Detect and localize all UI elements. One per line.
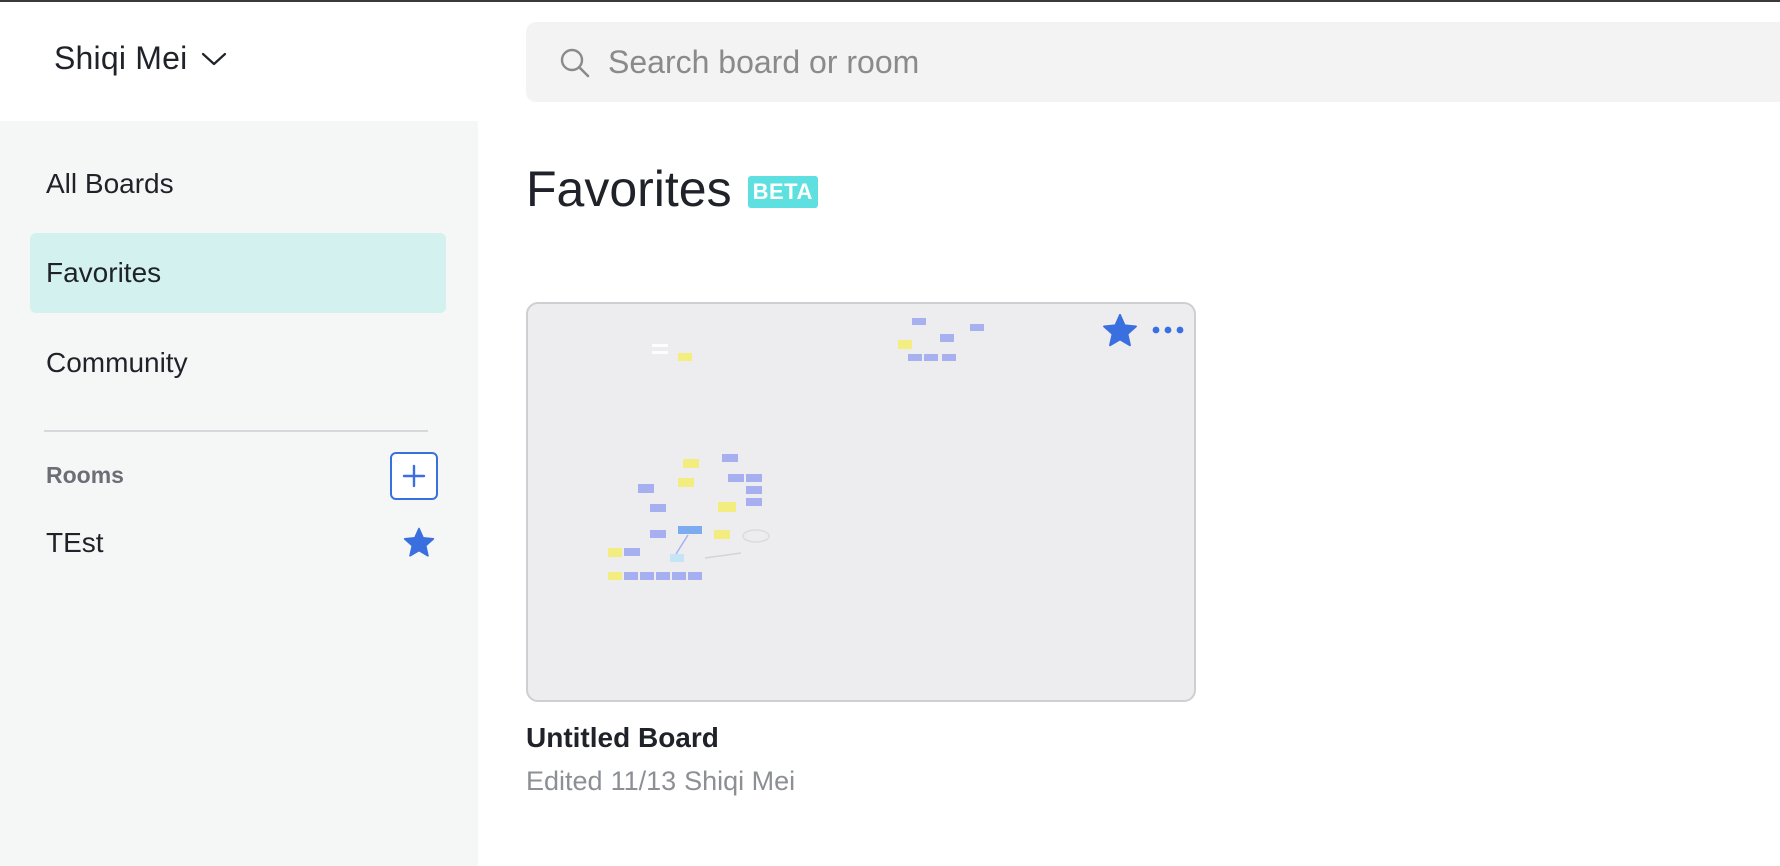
edited-by: Shiqi Mei (684, 766, 796, 796)
workspace-name: Shiqi Mei (54, 40, 188, 76)
more-horizontal-icon[interactable] (1150, 318, 1186, 342)
sidebar-item-label: Favorites (46, 257, 162, 288)
page-header: Favorites BETA (526, 160, 818, 218)
board-card[interactable] (526, 302, 1196, 702)
chevron-down-icon (202, 52, 227, 65)
search-icon (560, 48, 590, 78)
room-name: TEst (46, 527, 104, 558)
search-input[interactable] (608, 36, 1708, 88)
board-title[interactable]: Untitled Board (526, 722, 719, 754)
rooms-section-label: Rooms (46, 462, 124, 488)
sidebar-item-label: Community (46, 347, 188, 378)
sidebar-item-community[interactable]: Community (30, 323, 446, 403)
page-title: Favorites (526, 161, 732, 217)
board-edited-info: Edited 11/13 Shiqi Mei (526, 766, 795, 797)
plus-icon (402, 464, 426, 488)
sidebar-item-favorites[interactable]: Favorites (30, 233, 446, 313)
board-thumbnail (608, 318, 984, 580)
add-room-button[interactable] (390, 452, 438, 500)
header: Shiqi Mei (0, 2, 1780, 121)
sidebar-divider (44, 430, 428, 432)
star-icon[interactable] (402, 526, 436, 560)
sidebar-item-label: All Boards (46, 168, 174, 199)
sidebar: All Boards Favorites Community Rooms TEs… (0, 121, 478, 866)
edited-label: Edited (526, 766, 603, 796)
room-item-test[interactable]: TEst (46, 521, 436, 565)
workspace-switcher[interactable]: Shiqi Mei (54, 40, 227, 77)
star-icon[interactable] (1100, 312, 1140, 350)
beta-badge: BETA (747, 176, 818, 208)
search-bar (526, 22, 1780, 102)
sidebar-item-all-boards[interactable]: All Boards (30, 144, 446, 224)
edited-date: 11/13 (610, 766, 677, 796)
